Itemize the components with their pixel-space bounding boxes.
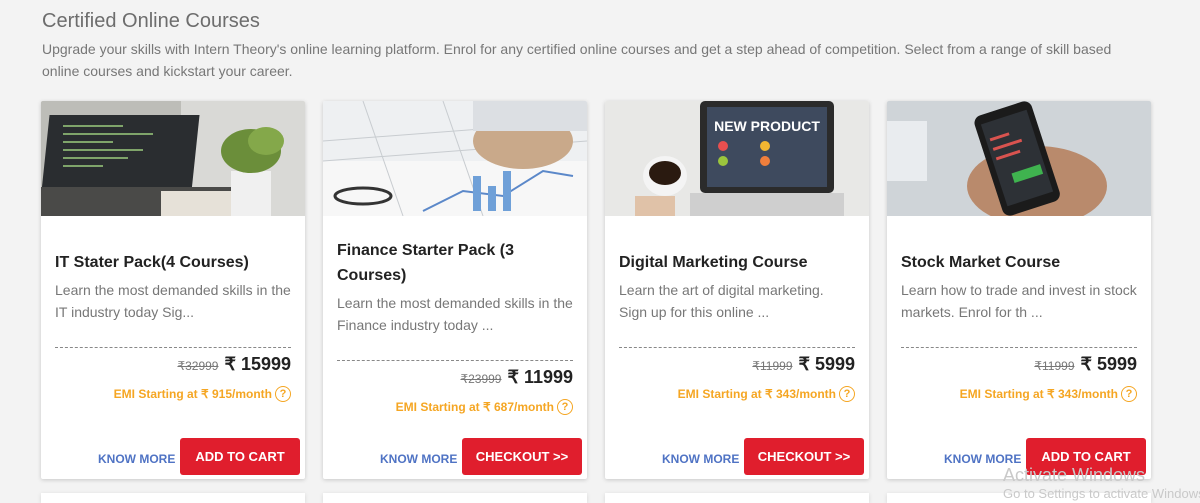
emi-info: EMI Starting at ₹ 687/month ?	[396, 399, 573, 415]
course-description: Learn how to trade and invest in stock m…	[901, 282, 1137, 320]
emi-info: EMI Starting at ₹ 915/month ?	[114, 386, 291, 402]
course-card-it-starter[interactable]: IT Stater Pack(4 Courses) Learn the most…	[41, 101, 305, 479]
next-row-card	[323, 493, 587, 503]
new-price: ₹ 5999	[798, 354, 856, 374]
course-image-finance-charts[interactable]	[323, 101, 587, 216]
emi-text: EMI Starting at ₹ 687/month	[395, 400, 554, 414]
course-card-finance-starter[interactable]: Finance Starter Pack (3 Courses) Learn t…	[323, 101, 587, 479]
know-more-link[interactable]: KNOW MORE	[380, 452, 457, 466]
page-subtitle: Upgrade your skills with Intern Theory's…	[42, 41, 1112, 79]
new-price: ₹ 5999	[1080, 354, 1138, 374]
know-more-link[interactable]: KNOW MORE	[98, 452, 175, 466]
card-divider	[901, 347, 1137, 348]
page-header: Certified Online Courses Upgrade your sk…	[42, 10, 1152, 82]
new-price: ₹ 15999	[224, 354, 291, 374]
new-price: ₹ 11999	[507, 367, 573, 387]
page-title: Certified Online Courses	[42, 10, 260, 32]
emi-text: EMI Starting at ₹ 343/month	[959, 387, 1118, 401]
windows-activation-watermark: Activate Windows	[1003, 465, 1146, 485]
course-title[interactable]: Finance Starter Pack (3 Courses)	[337, 238, 573, 288]
emi-info: EMI Starting at ₹ 343/month ?	[960, 386, 1137, 402]
price-row: ₹23999 ₹ 11999	[460, 367, 573, 388]
price-row: ₹32999 ₹ 15999	[177, 354, 291, 375]
course-description: Learn the art of digital marketing. Sign…	[619, 282, 824, 320]
know-more-link[interactable]: KNOW MORE	[944, 452, 1021, 466]
old-price: ₹11999	[1034, 359, 1075, 373]
help-icon[interactable]: ?	[1121, 386, 1137, 402]
course-image-new-product-laptop[interactable]: NEW PRODUCT	[605, 101, 869, 216]
checkout-button[interactable]: CHECKOUT >>	[744, 438, 864, 475]
help-icon[interactable]: ?	[275, 386, 291, 402]
emi-text: EMI Starting at ₹ 915/month	[113, 387, 272, 401]
next-row-card	[41, 493, 305, 503]
next-row-card	[605, 493, 869, 503]
emi-text: EMI Starting at ₹ 343/month	[677, 387, 836, 401]
course-title[interactable]: Digital Marketing Course	[619, 250, 855, 275]
course-image-trading-phone[interactable]	[887, 101, 1151, 216]
old-price: ₹23999	[460, 372, 502, 386]
course-description: Learn the most demanded skills in the IT…	[55, 282, 291, 320]
help-icon[interactable]: ?	[557, 399, 573, 415]
old-price: ₹32999	[177, 359, 219, 373]
old-price: ₹11999	[752, 359, 793, 373]
course-card-digital-marketing[interactable]: NEW PRODUCT Digital Marketing Course Lea…	[605, 101, 869, 479]
windows-activation-hint: Go to Settings to activate Windows.	[1003, 486, 1200, 501]
add-to-cart-button[interactable]: ADD TO CART	[180, 438, 300, 475]
course-title[interactable]: Stock Market Course	[901, 250, 1137, 275]
checkout-button[interactable]: CHECKOUT >>	[462, 438, 582, 475]
know-more-link[interactable]: KNOW MORE	[662, 452, 739, 466]
price-row: ₹11999 ₹ 5999	[1034, 354, 1137, 375]
course-card-stock-market[interactable]: Stock Market Course Learn how to trade a…	[887, 101, 1151, 479]
course-description: Learn the most demanded skills in the Fi…	[337, 295, 573, 333]
image-caption: NEW PRODUCT	[714, 118, 820, 134]
course-title[interactable]: IT Stater Pack(4 Courses)	[55, 250, 291, 275]
card-divider	[55, 347, 291, 348]
emi-info: EMI Starting at ₹ 343/month ?	[678, 386, 855, 402]
card-divider	[337, 360, 573, 361]
help-icon[interactable]: ?	[839, 386, 855, 402]
price-row: ₹11999 ₹ 5999	[752, 354, 855, 375]
course-image-laptop-code[interactable]	[41, 101, 305, 216]
card-divider	[619, 347, 855, 348]
